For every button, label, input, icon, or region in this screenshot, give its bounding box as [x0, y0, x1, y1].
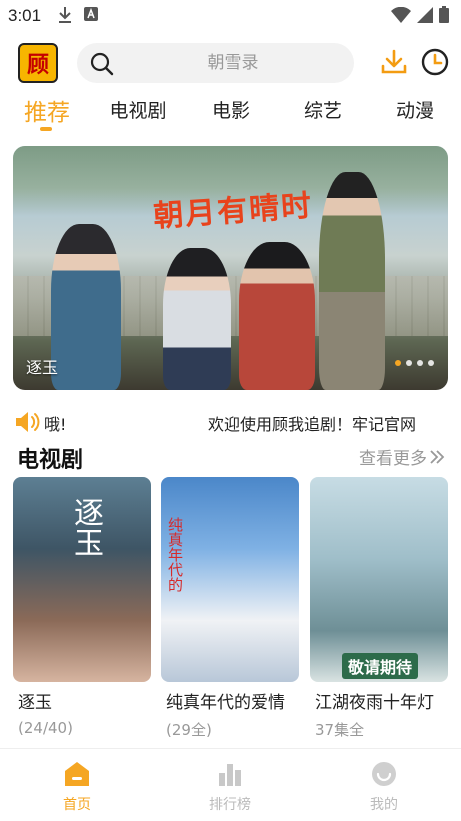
banner-pagination: [395, 360, 434, 366]
home-icon: [65, 762, 89, 786]
drama-card[interactable]: 纯真年代的 纯真年代的爱情 (29全): [161, 477, 299, 740]
app-header: 顾: [0, 40, 461, 86]
drama-episodes: (29全): [166, 721, 212, 739]
section-header: 电视剧 查看更多: [0, 440, 461, 474]
tab-tv-series[interactable]: 电视剧: [106, 96, 170, 123]
tab-movies[interactable]: 电影: [209, 96, 253, 123]
search-input[interactable]: [123, 43, 343, 83]
double-chevron-right-icon: [430, 449, 445, 464]
banner-dot[interactable]: [417, 360, 423, 366]
drama-card[interactable]: 逐玉 逐玉 (24/40): [13, 477, 151, 737]
search-box[interactable]: [77, 43, 354, 83]
notice-message: 欢迎使用顾我追剧！牢记官网: [208, 415, 417, 434]
download-button[interactable]: [380, 48, 408, 80]
banner-figure: [51, 224, 121, 390]
wifi-icon: [391, 6, 411, 23]
profile-icon: [372, 762, 396, 786]
banner-caption: 逐玉: [26, 358, 59, 377]
nav-ranking[interactable]: 排行榜: [190, 761, 270, 814]
history-button[interactable]: [421, 48, 449, 80]
drama-title: 纯真年代的爱情: [166, 693, 285, 713]
poster-title: 逐玉: [68, 497, 103, 557]
category-tabs: 推荐 电视剧 电影 综艺 动漫: [0, 96, 461, 136]
drama-poster[interactable]: 纯真年代的: [161, 477, 299, 682]
tab-recommend[interactable]: 推荐: [22, 93, 72, 127]
download-status-icon: [59, 7, 71, 23]
tab-variety[interactable]: 综艺: [301, 96, 345, 123]
speaker-icon: [16, 412, 40, 432]
nav-profile[interactable]: 我的: [344, 761, 424, 814]
notification-a-icon: [84, 7, 98, 21]
search-icon: [90, 52, 114, 76]
drama-poster[interactable]: 敬请期待: [310, 477, 448, 682]
status-bar: 3:01: [0, 0, 461, 32]
notice-bar[interactable]: 哦! 欢迎使用顾我追剧！牢记官网: [0, 408, 461, 436]
see-more-label: 查看更多: [359, 449, 427, 469]
nav-home[interactable]: 首页: [37, 761, 117, 814]
drama-poster[interactable]: 逐玉: [13, 477, 151, 682]
banner-figure: [163, 248, 231, 390]
drama-episodes: 37集全: [315, 721, 365, 739]
tab-anime[interactable]: 动漫: [393, 96, 437, 123]
banner-dot[interactable]: [395, 360, 401, 366]
app-logo-text: 顾: [26, 52, 49, 78]
banner-dot[interactable]: [406, 360, 412, 366]
battery-icon: [439, 6, 449, 23]
nav-home-label: 首页: [63, 797, 91, 813]
notice-fragment: 哦!: [44, 415, 67, 434]
tab-active-indicator: [40, 127, 52, 131]
banner-dot[interactable]: [428, 360, 434, 366]
chart-icon: [219, 764, 241, 786]
banner-figure: [319, 172, 385, 390]
poster-badge: 敬请期待: [342, 653, 419, 679]
nav-ranking-label: 排行榜: [209, 797, 251, 813]
section-title: 电视剧: [17, 448, 84, 473]
bottom-nav: 首页 排行榜 我的: [0, 748, 461, 821]
banner-figure: [239, 242, 315, 390]
nav-profile-label: 我的: [370, 797, 398, 813]
signal-icon: [417, 6, 433, 23]
app-logo[interactable]: 顾: [18, 43, 58, 83]
drama-card[interactable]: 敬请期待 江湖夜雨十年灯 37集全: [310, 477, 448, 740]
drama-title: 逐玉: [18, 693, 52, 713]
status-time: 3:01: [8, 6, 42, 25]
poster-title: 纯真年代的: [166, 517, 184, 592]
banner-carousel[interactable]: 朝月有晴时 逐玉: [13, 146, 448, 390]
drama-episodes: (24/40): [18, 719, 73, 737]
clock-icon: [421, 48, 449, 76]
see-more-link[interactable]: 查看更多: [359, 444, 445, 469]
drama-title: 江湖夜雨十年灯: [315, 693, 434, 713]
download-icon: [381, 49, 407, 74]
